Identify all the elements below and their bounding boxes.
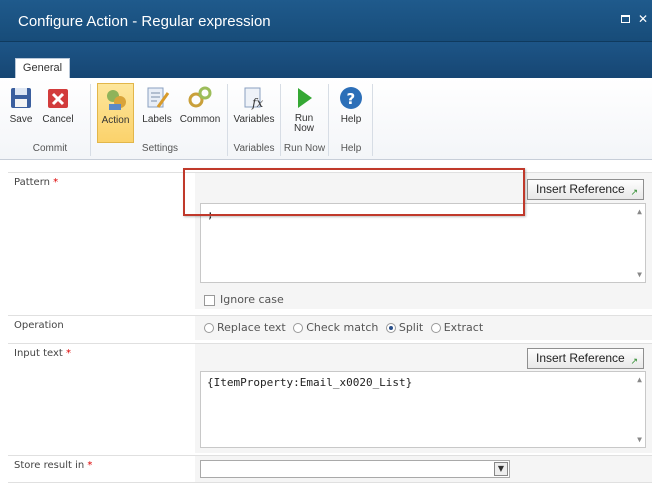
- store-result-select[interactable]: ▼: [200, 460, 510, 478]
- labels-icon: [147, 87, 170, 108]
- scroll-up-icon[interactable]: ▲: [637, 375, 642, 384]
- insert-reference-icon: ↗: [630, 356, 638, 366]
- gears-icon: [188, 86, 212, 108]
- ribbon-separator: [328, 84, 329, 156]
- action-label: Action: [101, 115, 130, 126]
- group-settings: Settings: [141, 143, 179, 154]
- tab-strip: General: [0, 42, 652, 79]
- ribbon-separator: [372, 84, 373, 156]
- ignore-case-checkbox[interactable]: [204, 294, 215, 306]
- labels-button[interactable]: Labels: [140, 83, 174, 138]
- group-run-now: Run Now: [283, 143, 326, 154]
- cancel-label: Cancel: [42, 114, 74, 125]
- input-text-label: Input text *: [14, 348, 71, 359]
- common-label: Common: [179, 114, 221, 125]
- radio-extract[interactable]: [430, 323, 441, 333]
- pattern-label: Pattern *: [14, 177, 59, 188]
- ribbon-separator: [90, 84, 91, 156]
- action-icon: [106, 90, 126, 110]
- save-button[interactable]: Save: [6, 83, 36, 138]
- store-result-row: Store result in * ▼: [8, 455, 652, 483]
- operation-label: Operation: [14, 320, 64, 331]
- insert-reference-icon: ↗: [630, 187, 638, 197]
- insert-reference-button[interactable]: Insert Reference ↗: [527, 179, 644, 200]
- svg-text:fx: fx: [251, 96, 263, 110]
- scroll-down-icon[interactable]: ▼: [637, 435, 642, 444]
- save-label: Save: [9, 114, 33, 125]
- chevron-down-icon[interactable]: ▼: [494, 462, 508, 476]
- run-now-button[interactable]: Run Now: [286, 83, 322, 138]
- title-bar: Configure Action - Regular expression ✕: [0, 0, 652, 42]
- highlight-box: [183, 168, 525, 216]
- help-button[interactable]: ? Help: [334, 83, 368, 138]
- operation-row: Operation Replace text Check match Split…: [8, 315, 652, 340]
- input-text-textarea[interactable]: {ItemProperty:Email_x0020_List} ▲ ▼: [200, 371, 646, 448]
- common-button[interactable]: Common: [178, 83, 222, 138]
- maximize-icon[interactable]: [621, 14, 631, 23]
- radio-replace-text[interactable]: [204, 323, 214, 333]
- group-commit: Commit: [32, 143, 68, 154]
- insert-reference-button[interactable]: Insert Reference ↗: [527, 348, 644, 369]
- save-icon: [11, 88, 31, 108]
- play-icon: [298, 88, 312, 108]
- variables-button[interactable]: fx Variables: [230, 83, 278, 138]
- svg-text:?: ?: [347, 90, 356, 108]
- radio-check-match[interactable]: [293, 323, 304, 333]
- cancel-button[interactable]: Cancel: [40, 83, 76, 138]
- window-controls: ✕: [621, 11, 648, 26]
- action-button[interactable]: Action: [97, 83, 134, 143]
- variables-icon: fx: [244, 87, 263, 110]
- scroll-up-icon[interactable]: ▲: [637, 207, 642, 216]
- group-help: Help: [340, 143, 362, 154]
- store-result-label: Store result in *: [14, 460, 93, 471]
- close-icon[interactable]: ✕: [638, 12, 648, 26]
- ignore-case-option[interactable]: Ignore case: [204, 293, 284, 306]
- variables-label: Variables: [233, 114, 275, 125]
- run-now-label: Run Now: [293, 113, 314, 134]
- cancel-icon: [48, 89, 68, 108]
- ribbon-separator: [227, 84, 228, 156]
- input-text-row: Input text * Insert Reference ↗ {ItemPro…: [8, 343, 652, 453]
- group-variables: Variables: [233, 143, 275, 154]
- operation-radio-group: Replace text Check match Split Extract: [204, 321, 487, 334]
- radio-split[interactable]: [385, 323, 396, 333]
- help-label: Help: [340, 114, 362, 125]
- scroll-down-icon[interactable]: ▼: [637, 270, 642, 279]
- ribbon: Save Cancel Action Labels Common fx Vari…: [0, 78, 652, 160]
- tab-general[interactable]: General: [15, 58, 70, 79]
- labels-label: Labels: [142, 114, 172, 125]
- window-title: Configure Action - Regular expression: [18, 13, 271, 30]
- help-icon: ?: [340, 87, 362, 109]
